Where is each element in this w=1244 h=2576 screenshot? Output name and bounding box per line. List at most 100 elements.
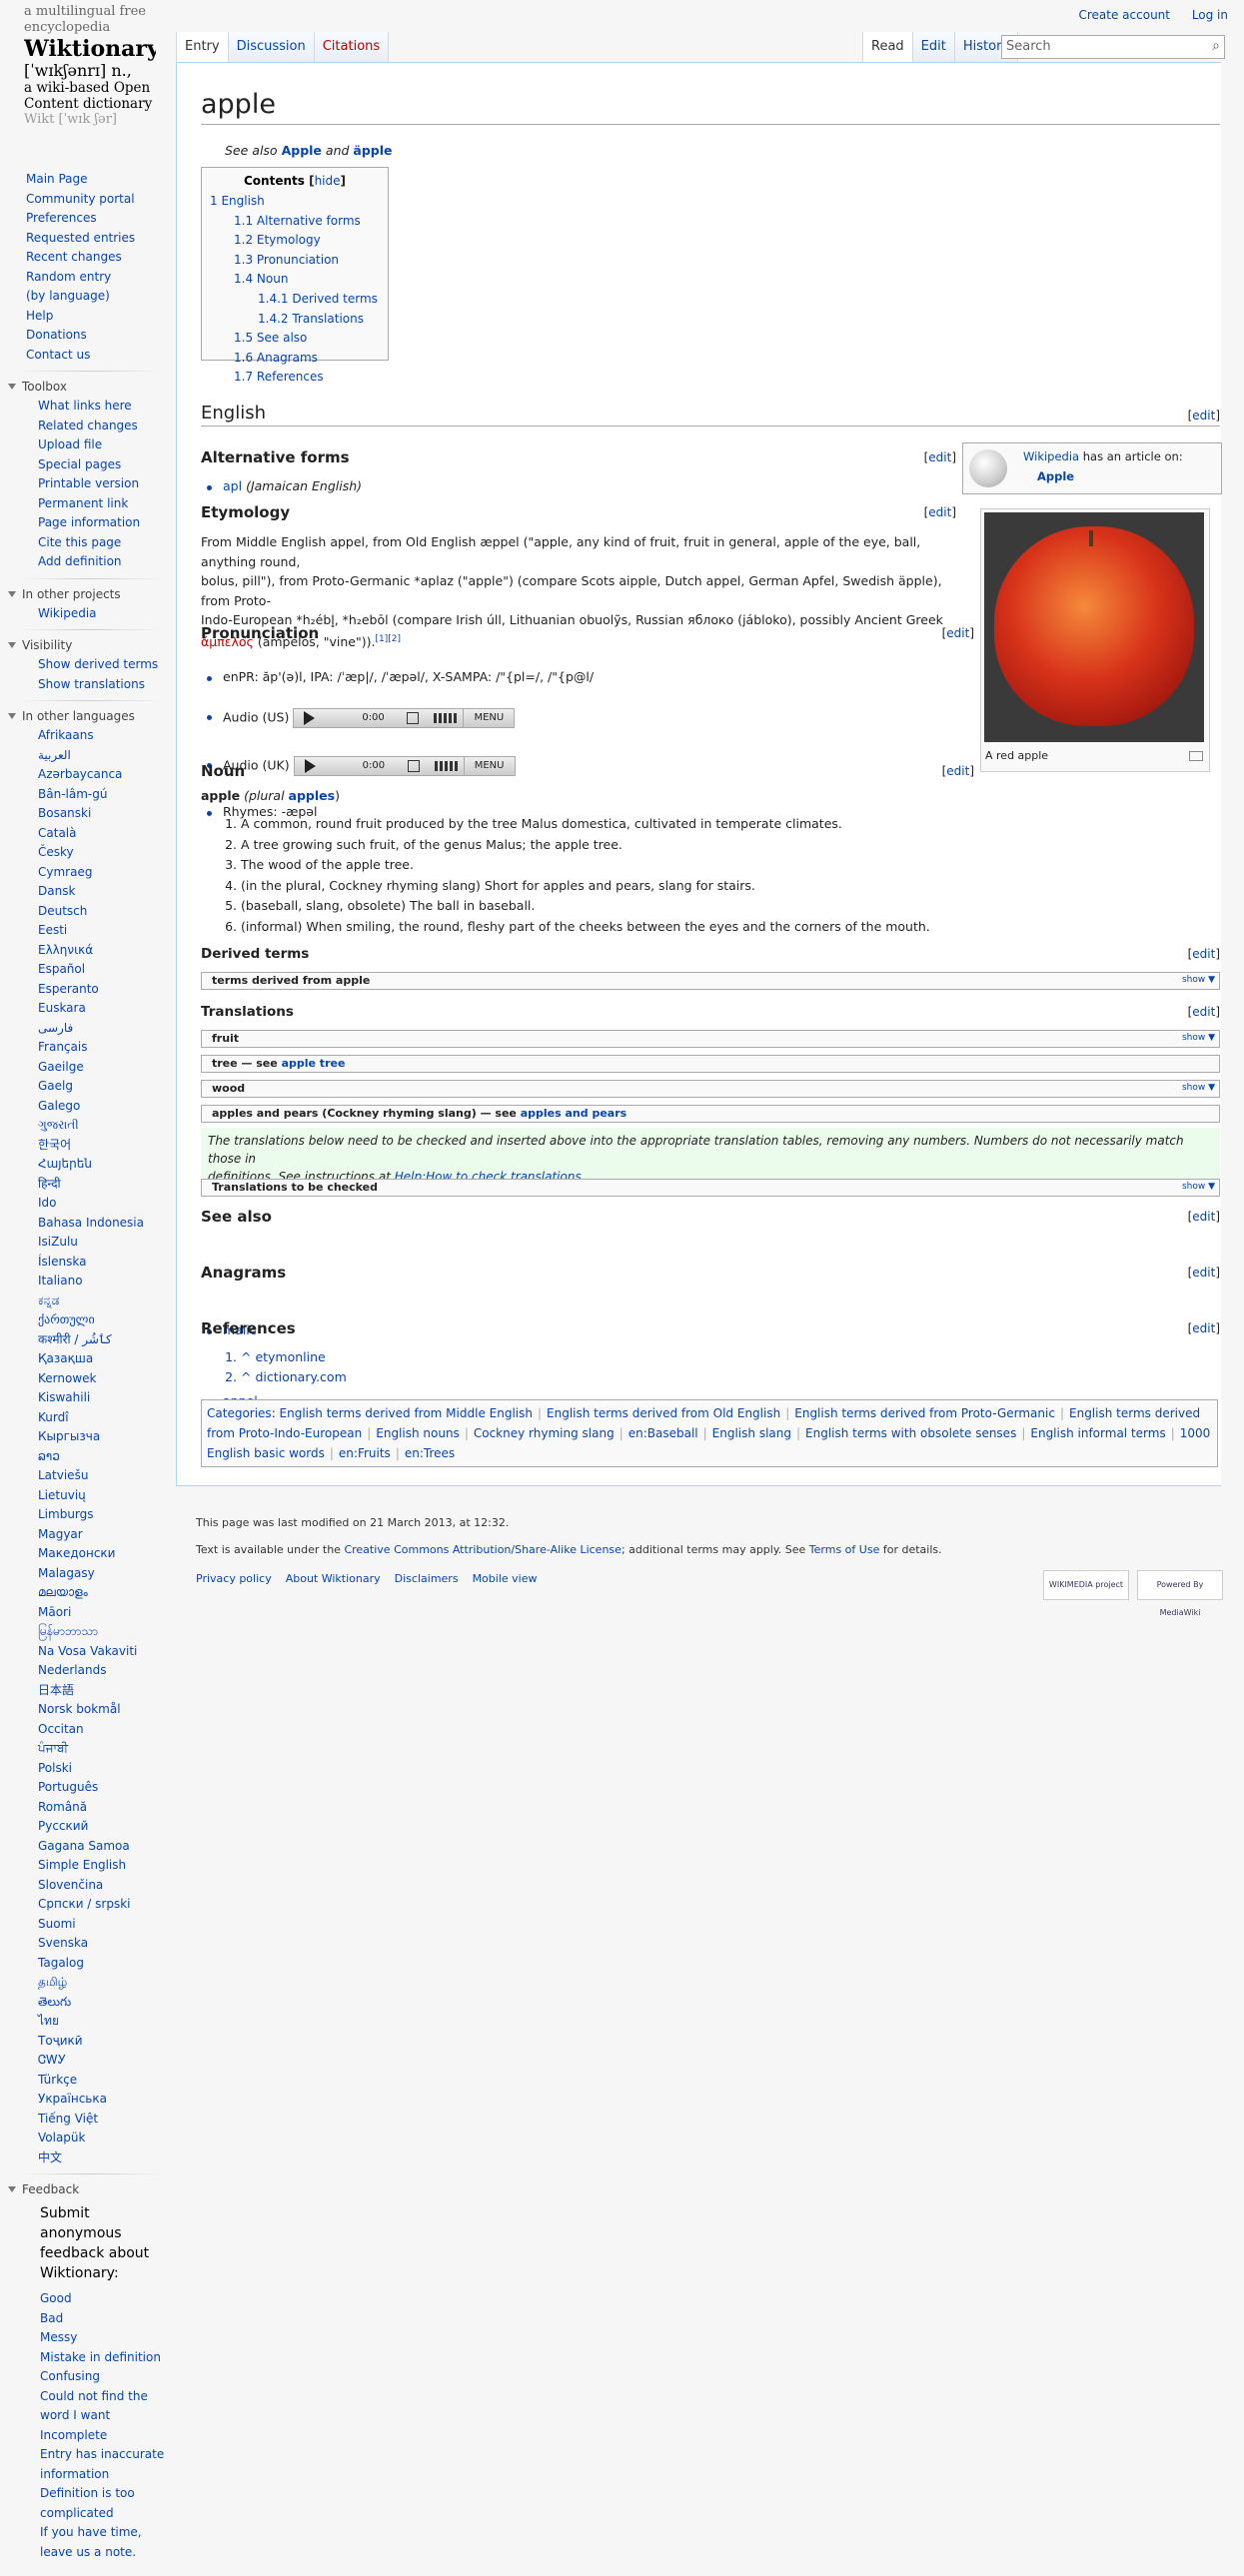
category-link[interactable]: English informal terms [1030,1426,1165,1440]
language-item-svenska[interactable]: Svenska [38,1934,170,1954]
language-item-euskara[interactable]: Euskara [38,999,170,1019]
mediawiki-badge[interactable]: Powered By MediaWiki [1137,1570,1223,1617]
language-item-malagasy[interactable]: Malagasy [38,1564,170,1584]
footer-link-about-wiktionary[interactable]: About Wiktionary [286,1572,381,1585]
feedback-item-could-not-find-the-word-i-want[interactable]: Could not find the word I want [40,2387,170,2426]
language-item-73[interactable]: 中文 [38,2148,170,2168]
language-item-49[interactable]: 日本語 [38,1681,170,1701]
category-link[interactable]: Cockney rhyming slang [474,1426,615,1440]
language-item-t-rk-e[interactable]: Türkçe [38,2071,170,2091]
language-item-magyar[interactable]: Magyar [38,1525,170,1545]
toc-item[interactable]: 1.3 Pronunciation [210,251,380,271]
derived-terms-box[interactable]: terms derived from apple show ▼ [201,972,1220,990]
search-icon[interactable]: ⌕ [1212,38,1220,54]
language-item-dansk[interactable]: Dansk [38,882,170,902]
toc-hide-link[interactable]: hide [315,174,341,188]
language-item-deutsch[interactable]: Deutsch [38,902,170,922]
language-item-37[interactable]: ລາວ [38,1447,170,1467]
translation-box-wood[interactable]: wood show ▼ [201,1080,1220,1098]
reference-item[interactable]: ^ dictionary.com [241,1367,347,1387]
volume-icon[interactable] [434,713,459,723]
toc-item[interactable]: 1.6 Anagrams [210,349,380,369]
edit-link-english[interactable]: edit [1192,409,1215,423]
language-item-norsk-bokm-l[interactable]: Norsk bokmål [38,1700,170,1720]
audio-player-us[interactable]: 0:00 MENU [293,708,516,728]
feedback-item-incomplete[interactable]: Incomplete [40,2426,170,2446]
language-item-afrikaans[interactable]: Afrikaans [38,726,170,746]
category-link[interactable]: en:Baseball [628,1426,698,1440]
toolbox-item-page-information[interactable]: Page information [38,513,170,533]
create-account-link[interactable]: Create account [1078,8,1170,22]
wikipedia-article-link[interactable]: Apple [1037,469,1074,483]
languages-heading[interactable]: In other languages [0,707,170,726]
language-item-rom-n[interactable]: Română [38,1798,170,1818]
category-link[interactable]: English slang [712,1426,791,1440]
toc-item[interactable]: 1.7 References [210,368,380,388]
category-link[interactable]: English terms with obsolete senses [805,1426,1016,1440]
language-item-esperanto[interactable]: Esperanto [38,980,170,1000]
language-item-espa-ol[interactable]: Español [38,960,170,980]
project-item-wikipedia[interactable]: Wikipedia [38,604,170,624]
language-item-30[interactable]: ქართული [38,1310,170,1330]
log-in-link[interactable]: Log in [1192,8,1228,22]
toc-item[interactable]: 1.2 Etymology [210,231,380,251]
audio-menu-button[interactable]: MENU [463,709,514,727]
visibility-item-show-derived-terms[interactable]: Show derived terms [38,655,170,675]
toolbox-item-related-changes[interactable]: Related changes [38,417,170,436]
language-item-nederlands[interactable]: Nederlands [38,1661,170,1681]
language-item-portugu-s[interactable]: Português [38,1778,170,1798]
language-item-esky[interactable]: Česky [38,843,170,863]
wikipedia-link[interactable]: Wikipedia [1023,449,1079,463]
language-item-kiswahili[interactable]: Kiswahili [38,1388,170,1408]
toolbox-item-what-links-here[interactable]: What links here [38,397,170,417]
toolbox-item-special-pages[interactable]: Special pages [38,455,170,475]
language-item-22[interactable]: Հայերեն [38,1155,170,1175]
feedback-item-good[interactable]: Good [40,2289,170,2309]
language-item-70[interactable]: Українська [38,2090,170,2110]
tr-ap-link[interactable]: apples and pears [521,1107,626,1120]
language-item-56[interactable]: Русский [38,1817,170,1837]
visibility-item-show-translations[interactable]: Show translations [38,675,170,695]
sidebar-item-contact-us[interactable]: Contact us [26,346,170,366]
toc-item[interactable]: 1.1 Alternative forms [210,212,380,232]
sidebar-item-random-entry[interactable]: Random entry [26,268,170,288]
language-item-kurd[interactable]: Kurdî [38,1408,170,1428]
category-link[interactable]: English terms derived from Proto-Germani… [794,1406,1055,1420]
language-item-catal[interactable]: Català [38,824,170,844]
feedback-item-mistake-in-definition[interactable]: Mistake in definition [40,2348,170,2368]
category-link[interactable]: English terms derived from Old English [547,1406,780,1420]
edit-link-see-also[interactable]: edit [1192,1210,1215,1224]
search-input[interactable]: Search ⌕ [1001,35,1225,59]
language-item-32[interactable]: Қазақша [38,1349,170,1369]
toc-item[interactable]: 1.4.2 Translations [210,310,380,330]
language-item-kernowek[interactable]: Kernowek [38,1369,170,1389]
category-link[interactable]: English nouns [376,1426,460,1440]
footer-link-privacy-policy[interactable]: Privacy policy [196,1572,272,1585]
tab-edit[interactable]: Edit [912,32,955,62]
language-item-m-ori[interactable]: Māori [38,1603,170,1623]
tab-read[interactable]: Read [862,32,913,62]
language-item-11[interactable]: Ελληνικά [38,941,170,961]
language-item-simple-english[interactable]: Simple English [38,1856,170,1876]
language-item-srpski[interactable]: Српски / srpski [38,1895,170,1915]
feedback-item-definition-is-too-complicated[interactable]: Definition is too complicated [40,2484,170,2523]
language-item-67[interactable]: Тоҷикӣ [38,2032,170,2052]
sidebar-item-preferences[interactable]: Preferences [26,209,170,229]
edit-link-noun[interactable]: edit [946,764,969,778]
edit-link-pronunciation[interactable]: edit [946,626,969,640]
wikimedia-badge[interactable]: WIKIMEDIA project [1043,1570,1129,1600]
language-item-lietuvi[interactable]: Lietuvių [38,1486,170,1506]
language-item-15[interactable]: فارسی [38,1019,170,1039]
language-item-fran-ais[interactable]: Français [38,1038,170,1058]
feedback-item-entry-has-inaccurate-information[interactable]: Entry has inaccurate information [40,2445,170,2484]
language-item-sloven-ina[interactable]: Slovenčina [38,1876,170,1896]
see-also-link-apple[interactable]: Apple [282,143,322,158]
language-item-occitan[interactable]: Occitan [38,1720,170,1740]
language-item-21[interactable]: 한국어 [38,1136,170,1156]
language-item-46[interactable]: မြန်မာဘာသာ [38,1622,170,1642]
sidebar-item-recent-changes[interactable]: Recent changes [26,248,170,268]
toolbox-item-cite-this-page[interactable]: Cite this page [38,533,170,553]
toolbox-heading[interactable]: Toolbox [0,378,170,397]
edit-link-derived[interactable]: edit [1192,947,1215,961]
toc-item[interactable]: 1.4.1 Derived terms [210,290,380,310]
